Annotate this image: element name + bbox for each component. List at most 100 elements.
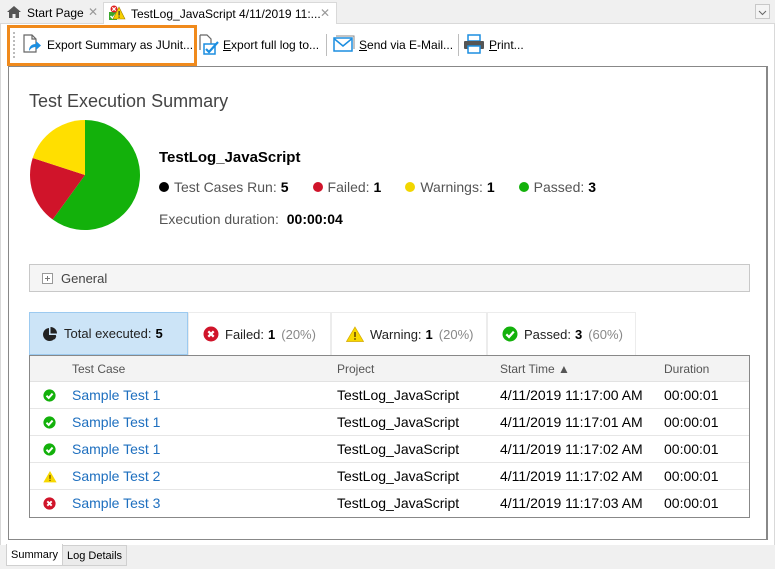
check-circle-icon xyxy=(43,416,56,432)
table-row[interactable]: Sample Test 1 TestLog_JavaScript 4/11/2019… xyxy=(30,409,749,436)
export-log-icon xyxy=(197,33,219,58)
chevron-down-icon xyxy=(758,5,767,19)
stat-label: Test Cases Run: xyxy=(174,179,277,195)
pie-chart-icon xyxy=(42,326,58,342)
export-summary-junit-button[interactable]: Export Summary as JUnit... xyxy=(21,28,193,62)
tab-label: Start Page xyxy=(27,6,84,20)
stat-passed: Passed: 3 xyxy=(518,179,597,195)
tab-test-log[interactable]: TestLog_JavaScript 4/11/2019 11:... ✕ xyxy=(103,2,337,25)
legend-dot xyxy=(405,182,416,192)
test-log-icon xyxy=(108,5,126,24)
summary-panel: Export Summary as JUnit... Export full l… xyxy=(0,24,775,545)
tab-list-dropdown-button[interactable] xyxy=(755,4,770,19)
column-header-duration[interactable]: Duration xyxy=(664,362,709,376)
warning-icon xyxy=(43,470,57,486)
tab-count: 1 xyxy=(425,326,433,342)
error-icon xyxy=(43,497,56,513)
test-case-link[interactable]: Sample Test 3 xyxy=(72,495,160,511)
stat-value: 5 xyxy=(280,179,289,195)
toolbar-separator xyxy=(326,34,327,56)
page-title: Test Execution Summary xyxy=(29,91,229,111)
check-circle-icon xyxy=(502,326,518,342)
table-row[interactable]: Sample Test 2 TestLog_JavaScript 4/11/2019… xyxy=(30,463,749,490)
summary-content: Test Execution Summary TestLog_JavaScrip… xyxy=(8,66,768,540)
general-expander[interactable]: General xyxy=(29,264,750,292)
tab-count: 3 xyxy=(574,326,583,342)
close-icon[interactable]: ✕ xyxy=(88,5,98,19)
tab-start-page[interactable]: Start Page ✕ xyxy=(2,2,102,24)
table-row[interactable]: Sample Test 3 TestLog_JavaScript 4/11/2019… xyxy=(30,490,749,517)
test-cases-table: Test Case Project Start Time ▲ Duration … xyxy=(29,355,750,518)
start-time-cell: 4/11/2019 11:17:03 AM xyxy=(500,495,643,511)
table-header: Test Case Project Start Time ▲ Duration xyxy=(30,356,749,382)
execution-duration: Execution duration: 00:00:04 xyxy=(159,211,343,227)
send-via-email-button[interactable]: Send via E-Mail... xyxy=(333,28,453,62)
toolbar-grip[interactable] xyxy=(13,32,15,58)
check-circle-icon xyxy=(43,389,56,405)
duration-cell: 00:00:01 xyxy=(664,468,719,484)
tab-label: TestLog_JavaScript 4/11/2019 11:... xyxy=(131,7,321,21)
project-cell: TestLog_JavaScript xyxy=(337,468,460,484)
legend-dot xyxy=(518,182,529,192)
log-name: TestLog_JavaScript xyxy=(159,149,301,166)
stat-failed: Failed: 1 xyxy=(312,179,382,195)
toolbar-separator xyxy=(458,34,459,56)
project-cell: TestLog_JavaScript xyxy=(337,387,460,403)
tab-log-details[interactable]: Log Details xyxy=(62,545,128,566)
tab-total-executed[interactable]: Total executed: 5 xyxy=(29,312,188,355)
column-header-test-case[interactable]: Test Case xyxy=(72,362,125,376)
tab-passed[interactable]: Passed: 3 (60%) xyxy=(487,312,636,355)
duration-cell: 00:00:01 xyxy=(664,387,719,403)
tab-count: 1 xyxy=(268,326,276,342)
stat-warnings: Warnings: 1 xyxy=(405,179,495,195)
tab-warning[interactable]: Warning: 1 (20%) xyxy=(331,312,487,355)
results-pie-chart xyxy=(30,120,140,230)
button-label: Send via E-Mail... xyxy=(359,38,454,52)
error-icon xyxy=(203,326,219,342)
stat-label: Warnings: xyxy=(420,179,483,195)
duration-cell: 00:00:01 xyxy=(664,495,719,511)
tab-percent: (20%) xyxy=(281,326,316,342)
table-row[interactable]: Sample Test 1 TestLog_JavaScript 4/11/2019… xyxy=(30,436,749,463)
stat-value: 3 xyxy=(588,179,597,195)
button-label: Export Summary as JUnit... xyxy=(47,38,194,52)
print-button[interactable]: Print... xyxy=(463,28,524,62)
tab-count: 5 xyxy=(155,326,163,341)
close-icon[interactable]: ✕ xyxy=(320,6,330,20)
printer-icon xyxy=(463,33,485,58)
tab-summary[interactable]: Summary xyxy=(6,544,64,566)
table-row[interactable]: Sample Test 1 TestLog_JavaScript 4/11/2019… xyxy=(30,382,749,409)
general-label: General xyxy=(61,270,108,286)
duration-value: 00:00:04 xyxy=(286,211,343,227)
duration-cell: 00:00:01 xyxy=(664,441,719,457)
tab-percent: (20%) xyxy=(438,326,474,342)
start-time-cell: 4/11/2019 11:17:02 AM xyxy=(500,441,643,457)
column-header-start-time[interactable]: Start Time ▲ xyxy=(500,362,570,376)
legend-dot xyxy=(159,182,169,192)
tab-label: Failed: xyxy=(225,326,265,342)
test-case-link[interactable]: Sample Test 2 xyxy=(72,468,160,484)
toolbar: Export Summary as JUnit... Export full l… xyxy=(1,24,774,66)
expand-plus-icon[interactable] xyxy=(42,272,53,284)
test-case-link[interactable]: Sample Test 1 xyxy=(72,441,160,457)
view-tab-strip: Summary Log Details xyxy=(0,544,775,569)
warning-icon xyxy=(346,326,364,342)
button-label: Print... xyxy=(489,38,524,52)
stat-label: Failed: xyxy=(327,179,370,195)
export-full-log-button[interactable]: Export full log to... xyxy=(197,28,319,62)
tab-failed[interactable]: Failed: 1 (20%) xyxy=(188,312,331,355)
start-time-cell: 4/11/2019 11:17:02 AM xyxy=(500,468,643,484)
column-header-project[interactable]: Project xyxy=(337,362,374,376)
duration-cell: 00:00:01 xyxy=(664,414,719,430)
test-case-link[interactable]: Sample Test 1 xyxy=(72,387,160,403)
project-cell: TestLog_JavaScript xyxy=(337,414,460,430)
start-time-cell: 4/11/2019 11:17:01 AM xyxy=(500,414,643,430)
test-case-link[interactable]: Sample Test 1 xyxy=(72,414,160,430)
start-time-cell: 4/11/2019 11:17:00 AM xyxy=(500,387,643,403)
export-icon xyxy=(21,33,43,58)
tab-label: Warning: xyxy=(370,326,422,342)
email-icon xyxy=(333,34,355,57)
button-label: Export full log to... xyxy=(223,38,320,52)
check-circle-icon xyxy=(43,443,56,459)
stat-value: 1 xyxy=(373,179,382,195)
